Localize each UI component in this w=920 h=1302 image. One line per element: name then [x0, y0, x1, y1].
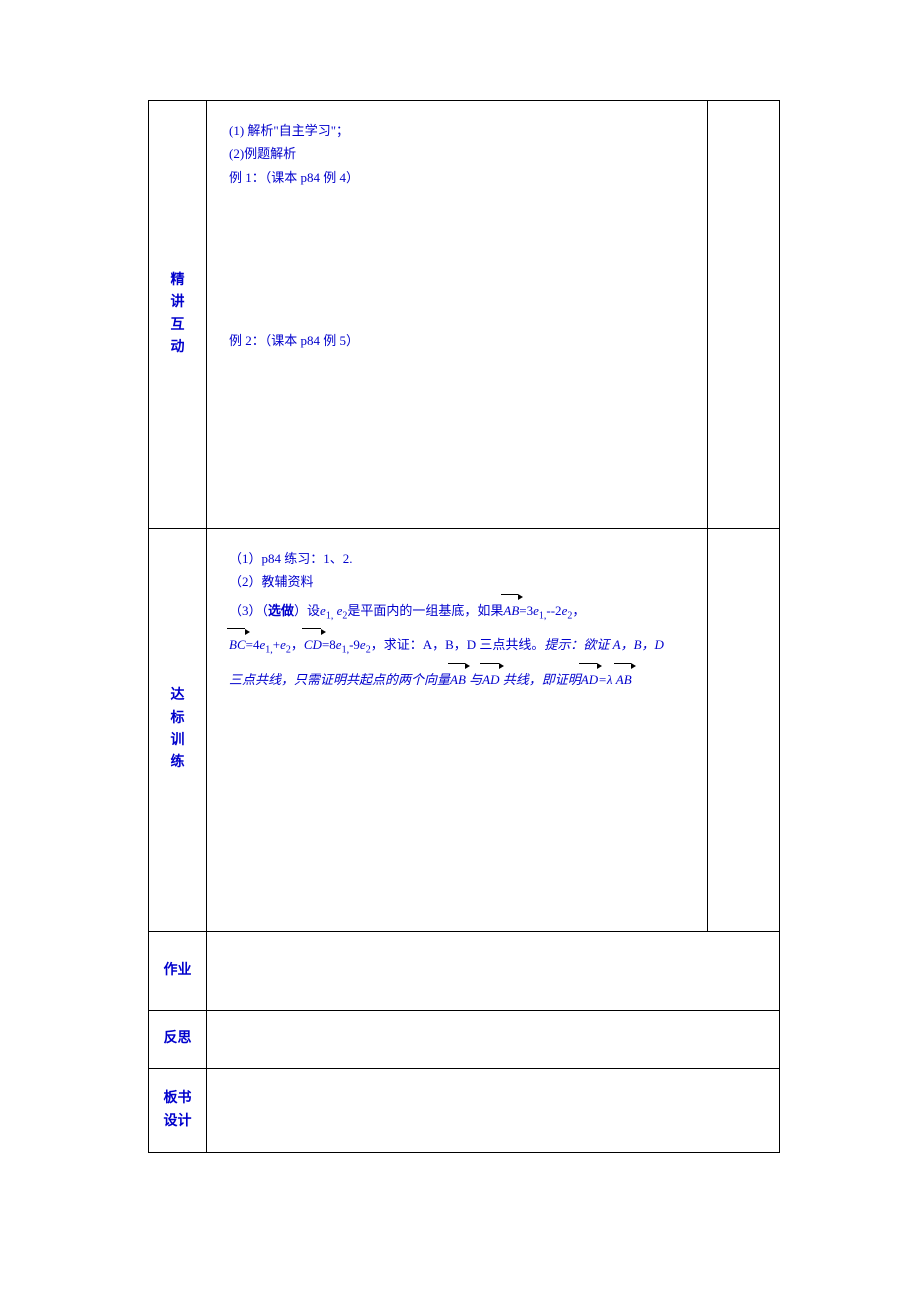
label-char: 讲: [153, 292, 202, 314]
text: +: [273, 637, 280, 652]
row-board-design-content: [207, 1069, 780, 1153]
row-practice: 达 标 训 练 （1）p84 练习：1、2. （2）教辅资料 （3）（选做）设e…: [149, 529, 780, 932]
hint-text: 共线，即证明: [500, 672, 581, 687]
vector-AB: AB: [450, 663, 466, 695]
label-char: 训: [153, 730, 202, 752]
label-line: 板书: [153, 1088, 202, 1110]
hint-text: 提示：欲证 A，B，D: [544, 637, 664, 652]
vector-AB: AB: [503, 594, 519, 626]
row-lecture-label: 精 讲 互 动: [149, 101, 207, 529]
row-board-design: 板书 设计: [149, 1069, 780, 1153]
text: -9: [349, 637, 360, 652]
row-lecture: 精 讲 互 动 (1) 解析"自主学习"； (2)例题解析 例 1：（课本 p8…: [149, 101, 780, 529]
row-reflection-label: 反思: [149, 1011, 207, 1069]
subscript: 1,: [265, 645, 273, 656]
lesson-plan-table: 精 讲 互 动 (1) 解析"自主学习"； (2)例题解析 例 1：（课本 p8…: [148, 100, 780, 1153]
vector-AD: AD: [581, 663, 598, 695]
label-char: 标: [153, 708, 202, 730]
text: 是平面内的一组基底，如果: [347, 603, 503, 618]
text: =8: [322, 637, 336, 652]
vector-CD: CD: [304, 628, 322, 660]
vector-AD: AD: [482, 663, 499, 695]
row-practice-notes: [708, 529, 780, 932]
text-line: （1）p84 练习：1、2.: [229, 547, 689, 570]
text: =4: [246, 637, 260, 652]
label-char: 达: [153, 685, 202, 707]
row-lecture-notes: [708, 101, 780, 529]
row-practice-label: 达 标 训 练: [149, 529, 207, 932]
hint-text: 与: [466, 672, 482, 687]
label-char: 动: [153, 337, 202, 359]
subscript: 1,: [342, 645, 350, 656]
text: ，: [291, 637, 304, 652]
text: --2: [546, 603, 561, 618]
label-char: 精: [153, 270, 202, 292]
text-line: 例 2：（课本 p84 例 5）: [229, 329, 689, 352]
hint-text: 三点共线，只需证明共起点的两个向量: [229, 672, 450, 687]
text: =3: [519, 603, 533, 618]
label-char: 互: [153, 315, 202, 337]
text: （3）（: [229, 603, 268, 618]
text: ，: [572, 603, 585, 618]
vector-BC: BC: [229, 628, 246, 660]
row-lecture-content: (1) 解析"自主学习"； (2)例题解析 例 1：（课本 p84 例 4） 例…: [207, 101, 708, 529]
row-homework-content: [207, 932, 780, 1011]
document-page: 精 讲 互 动 (1) 解析"自主学习"； (2)例题解析 例 1：（课本 p8…: [0, 0, 920, 1302]
vector-AB: AB: [616, 663, 632, 695]
hint-line: 三点共线，只需证明共起点的两个向量AB 与AD 共线，即证明AD=λ AB: [229, 663, 689, 695]
text-line: 例 1：（课本 p84 例 4）: [229, 166, 689, 189]
hint-text: =λ: [598, 672, 616, 687]
text: ，求证：A，B，D 三点共线。: [371, 637, 545, 652]
label-line: 设计: [153, 1111, 202, 1133]
subscript: 1,: [326, 610, 334, 621]
row-homework-label: 作业: [149, 932, 207, 1011]
row-reflection-content: [207, 1011, 780, 1069]
text-line: (2)例题解析: [229, 142, 689, 165]
text-bold: 选做: [268, 603, 294, 618]
problem-line-2: BC=4e1,+e2，CD=8e1,-9e2，求证：A，B，D 三点共线。提示：…: [229, 628, 689, 663]
problem-line-1: （3）（选做）设e1, e2是平面内的一组基底，如果AB=3e1,--2e2，: [229, 594, 689, 629]
text-line: (1) 解析"自主学习"；: [229, 119, 689, 142]
text: ）设: [294, 603, 320, 618]
label-char: 练: [153, 752, 202, 774]
row-homework: 作业: [149, 932, 780, 1011]
row-board-design-label: 板书 设计: [149, 1069, 207, 1153]
row-reflection: 反思: [149, 1011, 780, 1069]
row-practice-content: （1）p84 练习：1、2. （2）教辅资料 （3）（选做）设e1, e2是平面…: [207, 529, 708, 932]
text-line: （2）教辅资料: [229, 570, 689, 593]
